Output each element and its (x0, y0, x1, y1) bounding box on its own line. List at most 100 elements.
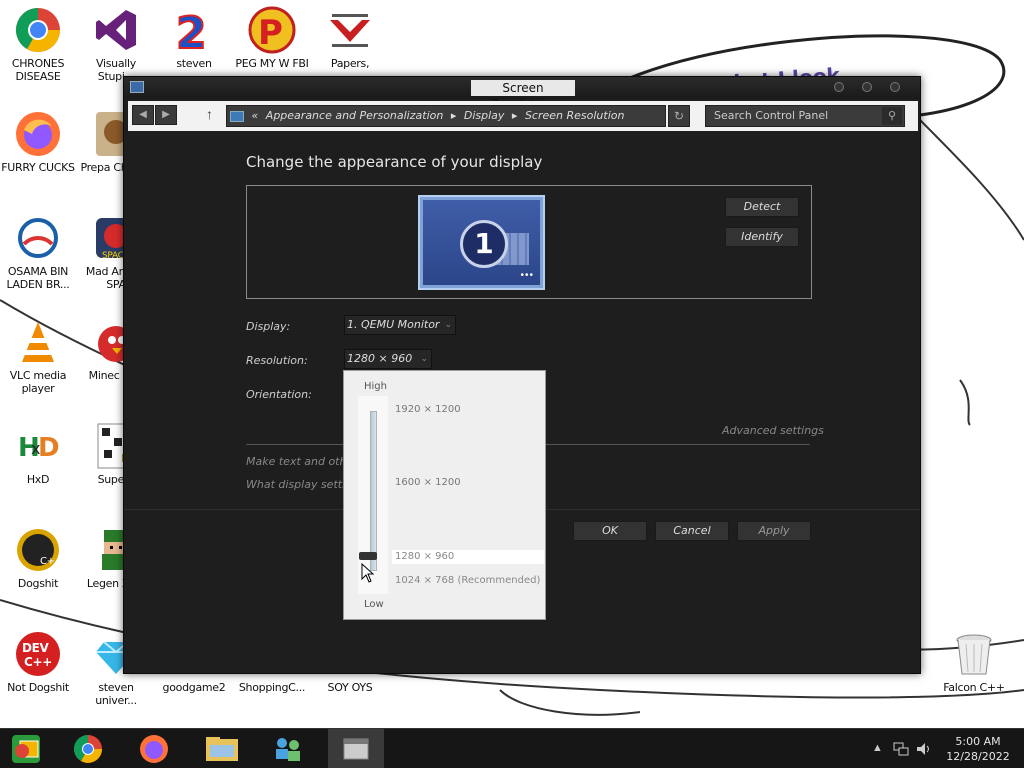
network-icon[interactable] (893, 742, 909, 759)
p-badge-icon: P (248, 6, 296, 54)
svg-text:P: P (258, 13, 283, 53)
minimize-button[interactable] (834, 82, 844, 92)
control-panel-icon (230, 110, 244, 122)
breadcrumb-display[interactable]: Display (464, 109, 505, 122)
desktop-icon-label: OSAMA BIN LADEN BR... (6, 265, 70, 291)
window-title: Screen Resolution (471, 80, 575, 111)
display-value: 1. QEMU Monitor (347, 318, 440, 331)
desktop-icon-vlc[interactable]: VLC media player (0, 318, 76, 395)
title-bar[interactable]: Screen Resolution (124, 77, 920, 111)
hxd-icon: HDx (14, 422, 62, 470)
start-icon (12, 735, 40, 763)
refresh-icon: ↻ (673, 109, 685, 123)
eagle-emblem-icon (326, 6, 374, 54)
control-panel-icon (130, 81, 144, 93)
low-label: Low (364, 599, 384, 610)
desktop-icon-label: goodgame2 (162, 681, 226, 694)
desktop-icon-devcpp[interactable]: DEV C++ Not Dogshit (0, 630, 76, 694)
detect-button[interactable]: Detect (725, 197, 799, 217)
folder-icon (206, 737, 238, 761)
up-button[interactable]: ↑ (206, 106, 213, 122)
system-clock[interactable]: 5:00 AM 12/28/2022 (938, 734, 1018, 764)
taskbar-file-explorer[interactable] (202, 733, 242, 765)
back-icon: ◀ (139, 109, 147, 120)
slider-rail (370, 411, 377, 571)
desktop-icon-label: CHRONES DISEASE (11, 57, 65, 83)
chevron-down-icon: ⌄ (444, 320, 452, 330)
display-label: Display: (246, 320, 291, 333)
desktop-icon-label: VLC media player (9, 369, 67, 395)
close-button[interactable] (890, 82, 900, 92)
ok-button[interactable]: OK (573, 521, 647, 541)
identify-button[interactable]: Identify (725, 227, 799, 247)
search-icon[interactable]: ⚲ (882, 107, 902, 125)
clock-date: 12/28/2022 (946, 750, 1010, 763)
desktop-icon-label: Falcon C++ (943, 681, 1005, 694)
desktop-icon-dogshit[interactable]: C++ Dogshit (0, 526, 76, 590)
desktop-icon-chrome[interactable]: CHRONES DISEASE (0, 6, 76, 83)
taskbar-network-people[interactable] (268, 733, 308, 765)
svg-text:C++: C++ (40, 556, 62, 567)
breadcrumb-appearance[interactable]: Appearance and Personalization (266, 109, 444, 122)
start-button[interactable] (6, 733, 46, 765)
desktop-icon-firefox[interactable]: FURRY CUCKS (0, 110, 76, 174)
address-bar[interactable]: « Appearance and Personalization ▸ Displ… (226, 105, 666, 127)
taskbar-control-panel-active[interactable] (328, 729, 384, 768)
forward-button[interactable]: ▶ (155, 105, 177, 125)
taskbar-firefox[interactable] (134, 733, 174, 765)
refresh-button[interactable]: ↻ (668, 105, 690, 127)
firefox-icon (14, 110, 62, 158)
volume-icon[interactable] (916, 742, 932, 759)
desktop-icon-papers[interactable]: Papers, (312, 6, 388, 70)
apply-button[interactable]: Apply (737, 521, 811, 541)
tray-overflow-icon[interactable]: ▲ (872, 742, 883, 754)
desktop-icon-peg-my-w-fbi[interactable]: P PEG MY W FBI (234, 6, 310, 70)
resolution-label: Resolution: (246, 354, 308, 367)
resolution-option-selected[interactable]: 1280 × 960 (395, 551, 454, 562)
resolution-option[interactable]: 1600 × 1200 (395, 477, 461, 488)
clock-time: 5:00 AM (955, 735, 1001, 748)
forward-icon: ▶ (162, 109, 170, 120)
monitor-number: 1 (460, 220, 508, 268)
resolution-value: 1280 × 960 (347, 352, 413, 365)
cancel-button[interactable]: Cancel (655, 521, 729, 541)
desktop-icon-recycle-bin[interactable]: Falcon C++ (936, 630, 1012, 694)
desktop-icon-label: FURRY CUCKS (1, 161, 75, 174)
recycle-bin-icon (950, 630, 998, 678)
display-select[interactable]: 1. QEMU Monitor ⌄ (344, 315, 456, 335)
vlc-icon (14, 318, 62, 366)
display-preview-panel: 1 ••• Detect Identify (246, 185, 812, 299)
monitor-1-preview[interactable]: 1 ••• (418, 195, 545, 290)
svg-text:2: 2 (176, 8, 206, 54)
resolution-option[interactable]: 1024 × 768 (Recommended) (395, 575, 540, 586)
codeblocks-icon: C++ (14, 526, 63, 574)
svg-text:x: x (31, 439, 40, 458)
desktop-icon-visual-studio[interactable]: Visually Stupi... (78, 6, 154, 83)
search-input[interactable]: Search Control Panel ⚲ (705, 105, 905, 127)
desktop-icon-label: Dogshit (17, 577, 59, 590)
desktop-icon-label: PEG MY W FBI (235, 57, 309, 70)
desktop-icon-label: Papers, (330, 57, 370, 70)
desktop-icon-steven[interactable]: 2 steven (156, 6, 232, 70)
desktop-icon-obama[interactable]: OSAMA BIN LADEN BR... (0, 214, 76, 291)
svg-text:D: D (38, 433, 59, 463)
resolution-slider-thumb[interactable] (359, 552, 377, 560)
desktop-icon-hxd[interactable]: HDx HxD (0, 422, 76, 486)
advanced-settings-link[interactable]: Advanced settings (722, 424, 824, 437)
desktop-icon-label: Not Dogshit (7, 681, 69, 694)
breadcrumb-screen-resolution[interactable]: Screen Resolution (525, 109, 625, 122)
taskbar-chrome[interactable] (68, 733, 108, 765)
orientation-label: Orientation: (246, 388, 312, 401)
navigation-bar: ◀ ▶ ↑ « Appearance and Personalization ▸… (128, 101, 918, 131)
desktop-icon-label: steven (176, 57, 212, 70)
maximize-button[interactable] (862, 82, 872, 92)
resolution-option[interactable]: 1920 × 1200 (395, 404, 461, 415)
visual-studio-icon (92, 6, 140, 54)
high-label: High (364, 381, 387, 392)
text-size-link[interactable]: Make text and other (246, 455, 358, 468)
steven-icon: 2 (170, 6, 218, 60)
back-button[interactable]: ◀ (132, 105, 154, 125)
up-arrow-icon: ↑ (206, 106, 213, 122)
breadcrumb-separator: ▸ (511, 109, 518, 122)
resolution-select[interactable]: 1280 × 960 ⌄ (344, 349, 432, 369)
